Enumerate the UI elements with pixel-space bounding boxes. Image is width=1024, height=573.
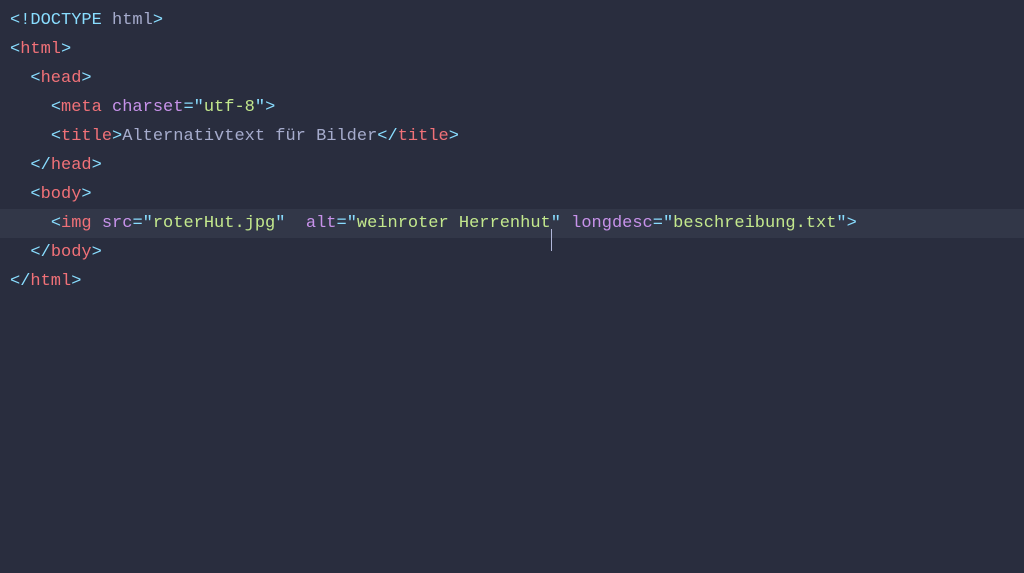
code-line-active[interactable]: <img src="roterHut.jpg" alt="weinroter H…	[0, 209, 1024, 238]
punct-ltslash: </	[30, 156, 50, 175]
punct-quote: "	[143, 214, 153, 233]
code-line[interactable]: <meta charset="utf-8">	[0, 93, 1024, 122]
punct-gt: >	[92, 243, 102, 262]
indent	[10, 127, 51, 146]
punct-quote: "	[347, 214, 357, 233]
space	[561, 214, 571, 233]
punct-gt: >	[61, 40, 71, 59]
doctype-name: html	[112, 11, 153, 30]
string-longdesc: beschreibung.txt	[673, 214, 836, 233]
string-utf8: utf-8	[204, 98, 255, 117]
tag-body: body	[41, 185, 82, 204]
indent	[10, 243, 30, 262]
punct-ltslash: </	[10, 272, 30, 291]
attr-src: src	[102, 214, 133, 233]
indent	[10, 98, 51, 117]
punct-ltslash: </	[377, 127, 397, 146]
doctype-space	[102, 11, 112, 30]
indent	[10, 69, 30, 88]
punct-lt: <	[51, 127, 61, 146]
punct-eq: =	[132, 214, 142, 233]
tag-body: body	[51, 243, 92, 262]
punct-quote: "	[836, 214, 846, 233]
attr-longdesc: longdesc	[571, 214, 653, 233]
punct-lt: <	[30, 69, 40, 88]
punct-eq: =	[183, 98, 193, 117]
code-line[interactable]: <!DOCTYPE html>	[0, 6, 1024, 35]
punct-eq: =	[653, 214, 663, 233]
punct-gt: >	[449, 127, 459, 146]
punct-ltslash: </	[30, 243, 50, 262]
code-line[interactable]: <body>	[0, 180, 1024, 209]
tag-title: title	[398, 127, 449, 146]
punct-gt: >	[92, 156, 102, 175]
tag-html: html	[20, 40, 61, 59]
punct-gt: >	[81, 69, 91, 88]
punct-gt: >	[81, 185, 91, 204]
code-editor[interactable]: <!DOCTYPE html> <html> <head> <meta char…	[0, 6, 1024, 567]
code-line[interactable]: </body>	[0, 238, 1024, 267]
punct-gt: >	[71, 272, 81, 291]
code-line[interactable]: </html>	[0, 267, 1024, 296]
code-line[interactable]: <html>	[0, 35, 1024, 64]
punct-lt: <	[51, 98, 61, 117]
punct-gt: >	[153, 11, 163, 30]
attr-charset: charset	[112, 98, 183, 117]
attr-alt: alt	[306, 214, 337, 233]
tag-html: html	[30, 272, 71, 291]
punct-lt: <	[51, 214, 61, 233]
code-line[interactable]: </head>	[0, 151, 1024, 180]
punct-lt: <	[30, 185, 40, 204]
code-line[interactable]: <head>	[0, 64, 1024, 93]
space	[92, 214, 102, 233]
punct-quote: "	[194, 98, 204, 117]
space	[285, 214, 305, 233]
tag-title: title	[61, 127, 112, 146]
punct-gt: >	[847, 214, 857, 233]
punct-quote: "	[255, 98, 265, 117]
indent	[10, 214, 51, 233]
punct-gt: >	[112, 127, 122, 146]
punct-quote: "	[663, 214, 673, 233]
punct-lt: <	[10, 40, 20, 59]
indent	[10, 185, 30, 204]
string-alt: weinroter Herrenhut	[357, 214, 551, 233]
doctype-keyword: DOCTYPE	[30, 11, 101, 30]
punct-eq: =	[336, 214, 346, 233]
tag-head: head	[51, 156, 92, 175]
punct-quote: "	[551, 214, 561, 233]
title-text: Alternativtext für Bilder	[122, 127, 377, 146]
indent	[10, 156, 30, 175]
space	[102, 98, 112, 117]
punct-quote: "	[275, 214, 285, 233]
tag-img: img	[61, 214, 92, 233]
code-line[interactable]: <title>Alternativtext für Bilder</title>	[0, 122, 1024, 151]
punct-doctype-open: <!	[10, 11, 30, 30]
punct-gt: >	[265, 98, 275, 117]
tag-meta: meta	[61, 98, 102, 117]
tag-head: head	[41, 69, 82, 88]
string-src: roterHut.jpg	[153, 214, 275, 233]
